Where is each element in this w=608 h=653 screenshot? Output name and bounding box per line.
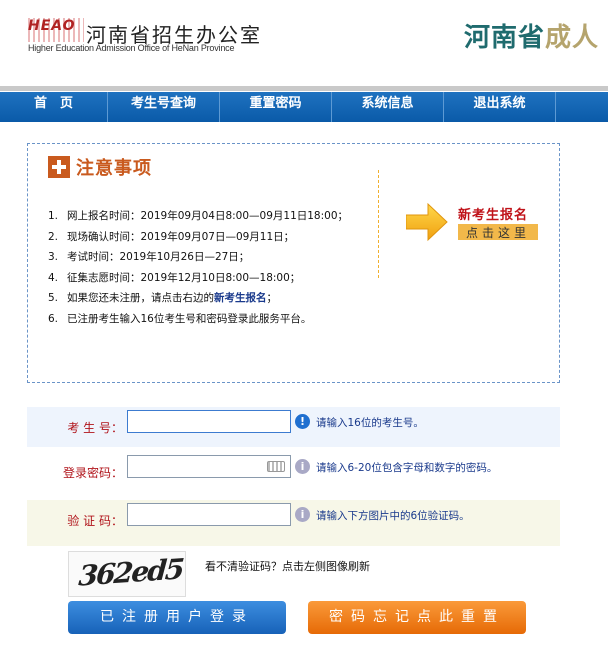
plus-icon (48, 156, 70, 178)
reset-password-button[interactable]: 密码忘记点此重置 (308, 601, 526, 634)
list-item-text: 如果您还未注册，请点击右边的 (67, 292, 214, 304)
notice-box: 注意事项 1. 网上报名时间：2019年09月04日8:00—09月11日18:0… (27, 143, 560, 383)
nav-item-system-info[interactable]: 系统信息 (332, 92, 444, 122)
nav-item-logout[interactable]: 退出系统 (444, 92, 556, 122)
password-label: 登录密码： (62, 466, 123, 480)
info-icon: ! (295, 414, 310, 429)
list-item: 3. 考试时间：2019年10月26日—27日； (48, 247, 348, 268)
list-item-text-end: ； (266, 292, 278, 304)
captcha-label: 验 证 码： (67, 514, 123, 528)
list-item: 2. 现场确认时间：2019年09月07日—09月11日； (48, 227, 348, 248)
keyboard-icon[interactable] (267, 461, 285, 472)
right-banner-title: 河南省成人 (464, 17, 599, 54)
exam-no-input[interactable] (127, 410, 291, 433)
notice-title: 注意事项 (76, 158, 152, 179)
info-icon: i (295, 459, 310, 474)
captcha-refresh-hint: 看不清验证码？点击左侧图像刷新 (205, 560, 370, 573)
info-icon: i (295, 507, 310, 522)
list-item-num: 2. (48, 230, 59, 243)
list-item-text: 已注册考生输入16位考生号和密码登录此服务平台。 (67, 312, 312, 325)
main-nav: 首 页 考生号查询 重置密码 系统信息 退出系统 (0, 92, 608, 122)
heao-logo: HEAO (28, 18, 88, 44)
list-item-text: 征集志愿时间：2019年12月10日8:00—18:00； (67, 271, 301, 284)
list-item-num: 4. (48, 271, 59, 284)
list-item-text: 考试时间：2019年10月26日—27日； (67, 251, 250, 263)
nav-item-reset-password[interactable]: 重置密码 (220, 92, 332, 122)
notice-divider (378, 170, 379, 278)
notice-header: 注意事项 (48, 154, 152, 180)
notice-list: 1. 网上报名时间：2019年09月04日8:00—09月11日18:00； 2.… (48, 206, 348, 329)
list-item: 4. 征集志愿时间：2019年12月10日8:00—18:00； (48, 268, 348, 289)
exam-no-hint: 请输入16位的考生号。 (316, 417, 424, 429)
list-item-text: 网上报名时间：2019年09月04日8:00—09月11日18:00； (67, 210, 349, 222)
new-student-register-title[interactable]: 新考生报名 (458, 204, 528, 223)
list-item: 5. 如果您还未注册，请点击右边的新考生报名； (48, 288, 348, 309)
login-button[interactable]: 已注册用户登录 (68, 601, 286, 634)
list-item-text: 现场确认时间：2019年09月07日—09月11日； (67, 230, 295, 243)
password-hint: 请输入6-20位包含字母和数字的密码。 (316, 462, 498, 474)
page: HEAO 河南省招生办公室 Higher Education Admission… (0, 0, 608, 653)
arrow-right-icon (406, 202, 448, 242)
list-item: 1. 网上报名时间：2019年09月04日8:00—09月11日18:00； (48, 206, 348, 227)
click-here-button[interactable]: 点击这里 (458, 224, 538, 240)
exam-no-label: 考 生 号： (67, 421, 123, 435)
captcha-text: 362ed5 (77, 552, 184, 593)
captcha-hint: 请输入下方图片中的6位验证码。 (316, 510, 470, 522)
list-item: 6. 已注册考生输入16位考生号和密码登录此服务平台。 (48, 309, 348, 330)
password-row: 登录密码： i 请输入6-20位包含字母和数字的密码。 (27, 452, 560, 492)
captcha-input[interactable] (127, 503, 291, 526)
list-item-num: 1. (48, 210, 59, 222)
list-item-num: 6. (48, 312, 59, 325)
right-title-highlight: 成人 (545, 23, 600, 53)
new-student-register-link[interactable]: 新考生报名 (214, 292, 267, 304)
nav-item-exam-no-query[interactable]: 考生号查询 (108, 92, 220, 122)
captcha-row: 验 证 码： i 请输入下方图片中的6位验证码。 (27, 500, 560, 546)
right-title-main: 河南省 (464, 23, 546, 53)
list-item-num: 5. (48, 292, 59, 304)
list-item-num: 3. (48, 251, 59, 263)
nav-item-home[interactable]: 首 页 (0, 92, 108, 122)
header-divider (0, 86, 608, 91)
logo-text: HEAO (28, 18, 76, 34)
exam-no-row: 考 生 号： ! 请输入16位的考生号。 (27, 407, 560, 447)
captcha-image[interactable]: 362ed5 (68, 551, 186, 597)
site-name-en: Higher Education Admission Office of HeN… (28, 43, 235, 53)
